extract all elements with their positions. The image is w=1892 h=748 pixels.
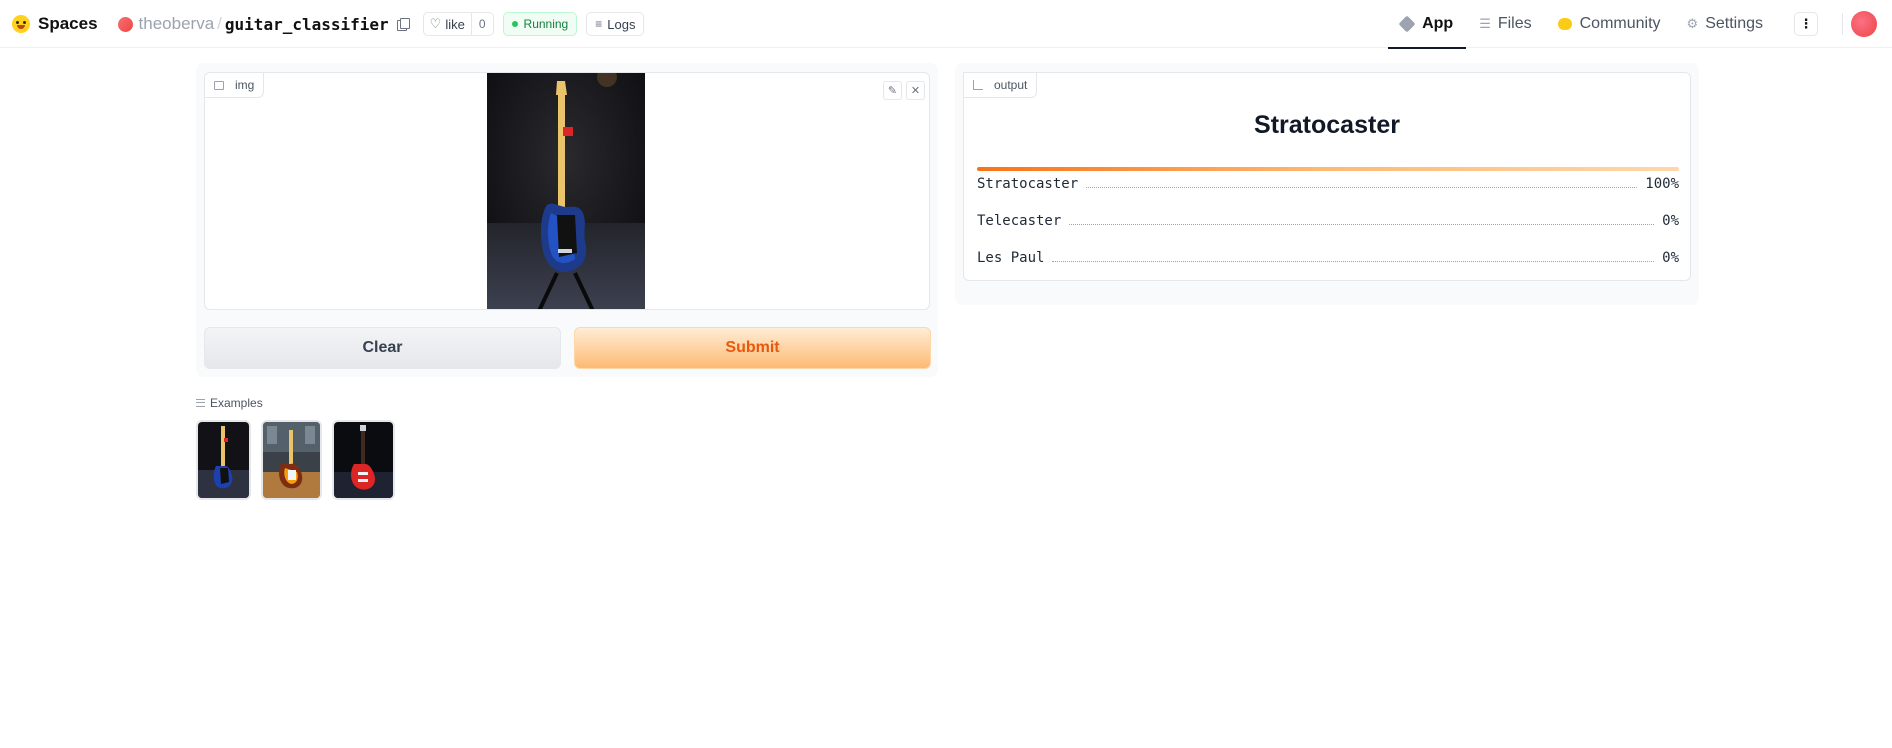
confidence-row: Telecaster 0% [977,204,1679,229]
edit-icon[interactable]: ✎ [883,81,902,100]
repo-name[interactable]: guitar_classifier [225,15,389,34]
submit-button[interactable]: Submit [574,327,931,369]
logs-button[interactable]: ≡ Logs [586,12,645,36]
confidence-value: 0% [1662,250,1679,266]
confidence-line: Les Paul 0% [977,250,1679,266]
gear-icon: ⚙ [1686,16,1699,31]
navbar-left: Spaces theoberva / guitar_classifier ♡ l… [12,0,645,48]
confidence-line: Stratocaster 100% [977,176,1679,192]
confidence-bar [977,204,1679,208]
tab-settings-label: Settings [1705,15,1763,32]
logs-label: Logs [607,16,636,32]
dotted-leader [1069,224,1655,225]
output-panel: output Stratocaster Stratocaster 100% Te… [955,63,1699,305]
img-chip-label: img [235,78,255,92]
heart-icon: ♡ [429,16,442,31]
owner-link[interactable]: theoberva [139,14,215,34]
clear-button[interactable]: Clear [204,327,561,369]
spaces-link[interactable]: Spaces [38,14,98,34]
examples-header: Examples [196,396,263,410]
community-icon [1557,18,1572,30]
tab-app-label: App [1422,15,1454,32]
like-button[interactable]: ♡ like [424,13,472,35]
confidence-bar [977,241,1679,245]
like-label: like [445,16,465,32]
copy-icon[interactable] [396,18,410,31]
files-icon: ☰ [1479,16,1491,31]
path-separator: / [217,14,222,33]
like-group: ♡ like 0 [422,12,494,36]
tab-community[interactable]: Community [1545,0,1674,48]
more-options-button[interactable]: ⋮ [1794,12,1818,36]
dotted-leader [1086,187,1638,188]
bar-chart-icon [973,80,983,90]
confidence-line: Telecaster 0% [977,213,1679,229]
confidence-label: Stratocaster [977,176,1079,192]
input-panel: img ✎ ✕ Clear Submit [196,63,938,377]
confidence-bar [977,167,1679,171]
output-chip-label: output [994,78,1028,92]
image-input[interactable]: img ✎ ✕ [204,72,930,310]
navbar-right: App ☰ Files Community ⚙ Settings ⋮ [1388,0,1892,49]
example-thumbnail[interactable] [332,420,395,500]
uploaded-guitar-image [487,73,645,309]
predicted-label: Stratocaster [1254,111,1400,139]
examples-label: Examples [210,396,263,410]
image-icon [214,80,224,90]
tab-app[interactable]: App [1388,0,1467,49]
owner-avatar[interactable] [117,16,133,32]
confidence-label: Telecaster [977,213,1062,229]
output-chip: output [963,72,1038,98]
confidence-value: 100% [1645,176,1679,192]
example-thumbnail[interactable] [196,420,251,500]
top-navbar: Spaces theoberva / guitar_classifier ♡ l… [0,0,1892,49]
confidence-row: Stratocaster 100% [977,167,1679,192]
example-blue-guitar-image [198,422,249,498]
tab-files[interactable]: ☰ Files [1466,0,1544,48]
confidence-row: Les Paul 0% [977,241,1679,266]
user-avatar[interactable] [1851,11,1877,37]
status-dot-icon [511,21,518,27]
close-icon[interactable]: ✕ [906,81,925,100]
status-label: Running [523,17,569,31]
tab-files-label: Files [1497,15,1532,32]
status-badge[interactable]: Running [502,12,578,36]
example-thumbnail[interactable] [261,420,322,500]
confidence-value: 0% [1662,213,1679,229]
logs-icon: ≡ [595,17,603,31]
img-chip: img [205,73,265,98]
list-icon [196,399,205,407]
confidence-label: Les Paul [977,250,1045,266]
tab-community-label: Community [1579,15,1661,32]
huggingface-logo-icon[interactable] [12,15,30,33]
dotted-leader [1052,261,1655,262]
tab-settings[interactable]: ⚙ Settings [1674,0,1776,48]
example-sunburst-guitar-image [263,422,320,498]
like-count[interactable]: 0 [472,17,493,31]
cube-icon [1398,15,1416,33]
navbar-divider [1842,13,1843,35]
label-output: output Stratocaster Stratocaster 100% Te… [963,72,1691,281]
example-red-guitar-image [334,422,393,498]
